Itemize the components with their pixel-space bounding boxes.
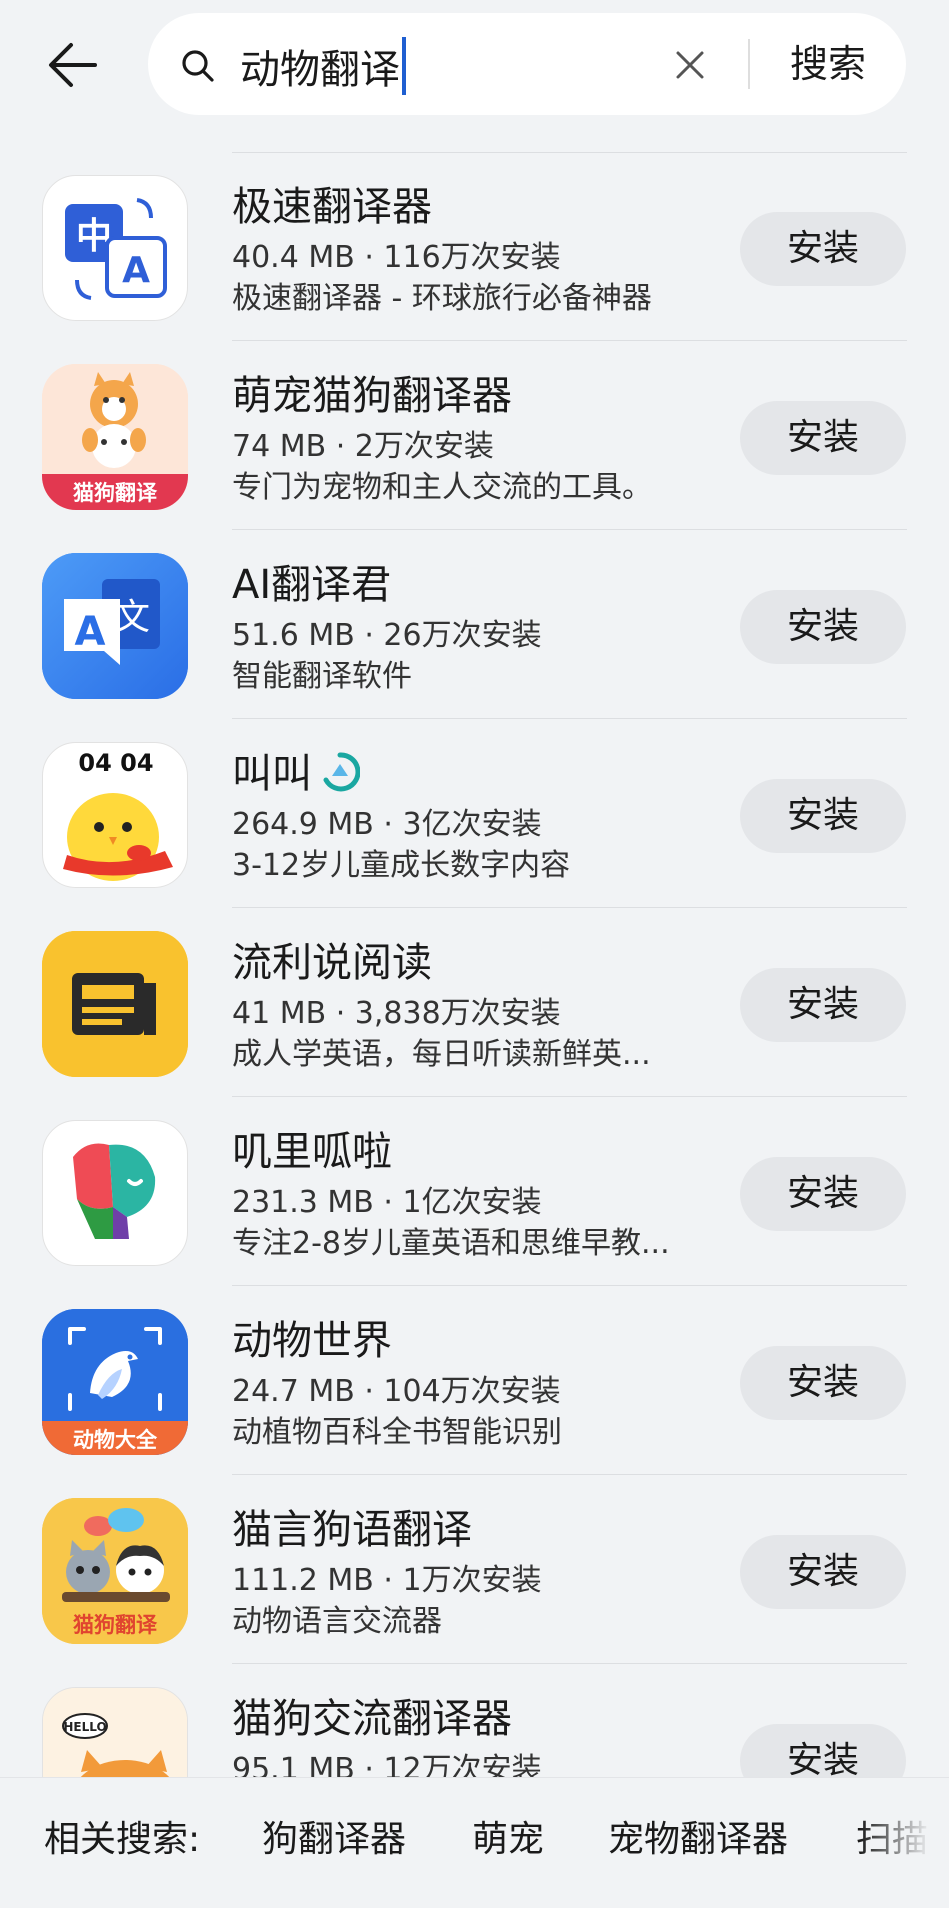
related-search-item[interactable]: 宠物翻译器: [608, 1816, 788, 1864]
app-name: AI翻译君: [232, 562, 392, 608]
icon-label: 猫狗翻译: [73, 481, 158, 505]
scroll-fade: [859, 1778, 949, 1908]
search-input[interactable]: 动物翻译: [240, 37, 406, 95]
translate-zh-a-icon[interactable]: 中 A: [42, 175, 188, 321]
related-search-item[interactable]: 萌宠: [472, 1816, 544, 1864]
app-meta: 231.3 MB · 1亿次安装: [232, 1185, 542, 1220]
back-button[interactable]: [36, 28, 110, 102]
app-list-item[interactable]: 动物大全 动物世界 24.7 MB · 104万次安装 动植物百科全书智能识别 …: [0, 1286, 949, 1475]
install-button[interactable]: 安装: [740, 968, 906, 1042]
hello-cat-icon[interactable]: HELLO: [42, 1687, 188, 1777]
icon-label: 04 04: [78, 749, 153, 777]
app-description: 智能翻译软件: [232, 659, 412, 694]
app-meta: 41 MB · 3,838万次安装: [232, 996, 561, 1031]
app-result-list[interactable]: 中 A 极速翻译器 40.4 MB · 116万次安装 极速翻译器 - 环球旅行…: [0, 152, 949, 1777]
app-name: 萌宠猫狗翻译器: [232, 373, 512, 419]
app-meta: 24.7 MB · 104万次安装: [232, 1374, 561, 1409]
app-list-item[interactable]: 流利说阅读 41 MB · 3,838万次安装 成人学英语，每日听读新鲜英...…: [0, 908, 949, 1097]
icon-label: HELLO: [63, 1720, 106, 1734]
app-description: 成人学英语，每日听读新鲜英...: [232, 1037, 651, 1072]
app-name-text: 叫叫: [232, 751, 312, 797]
app-name: 极速翻译器: [232, 184, 432, 230]
related-searches-label: 相关搜索:: [44, 1819, 201, 1860]
search-header: 动物翻译 搜索: [0, 0, 949, 140]
app-meta: 264.9 MB · 3亿次安装: [232, 807, 542, 842]
app-description: 专门为宠物和主人交流的工具。: [232, 470, 652, 505]
search-button[interactable]: 搜索: [772, 37, 884, 91]
text-caret: [402, 37, 406, 95]
app-description: 极速翻译器 - 环球旅行必备神器: [232, 281, 652, 316]
clear-button[interactable]: [668, 43, 712, 87]
app-name: 猫狗交流翻译器: [232, 1696, 512, 1742]
parrot-icon[interactable]: [42, 1120, 188, 1266]
icon-label: 猫狗翻译: [73, 1613, 158, 1637]
ai-translate-icon[interactable]: 文 A: [42, 553, 188, 699]
app-list-item[interactable]: 猫狗翻译 猫言狗语翻译 111.2 MB · 1万次安装 动物语言交流器 安装: [0, 1475, 949, 1664]
app-list-item[interactable]: 猫狗翻译 萌宠猫狗翻译器 74 MB · 2万次安装 专门为宠物和主人交流的工具…: [0, 341, 949, 530]
install-button[interactable]: 安装: [740, 1346, 906, 1420]
app-list-item[interactable]: 文 A AI翻译君 51.6 MB · 26万次安装 智能翻译软件 安装: [0, 530, 949, 719]
search-box[interactable]: 动物翻译 搜索: [148, 13, 906, 115]
install-button[interactable]: 安装: [740, 1535, 906, 1609]
app-name: 叫叫: [232, 749, 360, 799]
related-searches-bar: 相关搜索: 狗翻译器 萌宠 宠物翻译器 扫描: [0, 1777, 949, 1908]
app-list-item[interactable]: 叽里呱啦 231.3 MB · 1亿次安装 专注2-8岁儿童英语和思维早教...…: [0, 1097, 949, 1286]
search-query: 动物翻译: [240, 47, 400, 93]
install-button[interactable]: 安装: [740, 1157, 906, 1231]
install-button[interactable]: 安装: [740, 779, 906, 853]
app-meta: 40.4 MB · 116万次安装: [232, 240, 561, 275]
app-name: 猫言狗语翻译: [232, 1507, 472, 1553]
app-list-item[interactable]: HELLO 猫狗交流翻译器 95.1 MB · 12万次安装 安装: [0, 1664, 949, 1777]
app-name: 动物世界: [232, 1318, 392, 1364]
app-meta: 111.2 MB · 1万次安装: [232, 1563, 542, 1598]
bird-scan-icon[interactable]: 动物大全: [42, 1309, 188, 1455]
install-button[interactable]: 安装: [740, 401, 906, 475]
verified-badge-icon: [323, 752, 360, 792]
app-name: 流利说阅读: [232, 940, 432, 986]
search-icon: [182, 50, 214, 82]
app-description: 动物语言交流器: [232, 1604, 442, 1639]
app-description: 专注2-8岁儿童英语和思维早教...: [232, 1226, 670, 1261]
close-icon: [676, 51, 704, 79]
svg-text:A: A: [122, 250, 150, 291]
app-list-item[interactable]: 中 A 极速翻译器 40.4 MB · 116万次安装 极速翻译器 - 环球旅行…: [0, 152, 949, 341]
app-meta: 95.1 MB · 12万次安装: [232, 1752, 542, 1777]
cat-dog-translator-icon[interactable]: 猫狗翻译: [42, 364, 188, 510]
related-search-item[interactable]: 狗翻译器: [262, 1816, 406, 1864]
cat-dog-chat-icon[interactable]: 猫狗翻译: [42, 1498, 188, 1644]
app-meta: 74 MB · 2万次安装: [232, 429, 494, 464]
newspaper-icon[interactable]: [42, 931, 188, 1077]
install-button[interactable]: 安装: [740, 590, 906, 664]
install-button[interactable]: 安装: [740, 212, 906, 286]
icon-label: 动物大全: [73, 1428, 158, 1452]
app-description: 动植物百科全书智能识别: [232, 1415, 562, 1450]
install-button[interactable]: 安装: [740, 1724, 906, 1777]
chick-icon[interactable]: 04 04: [42, 742, 188, 888]
svg-text:A: A: [75, 609, 106, 655]
arrow-left-icon: [49, 43, 97, 87]
app-list-item[interactable]: 04 04 叫叫 264.9 MB · 3亿次安装 3-12岁儿童成长数字内容 …: [0, 719, 949, 908]
app-meta: 51.6 MB · 26万次安装: [232, 618, 542, 653]
app-name: 叽里呱啦: [232, 1129, 392, 1175]
app-description: 3-12岁儿童成长数字内容: [232, 848, 571, 883]
search-divider: [748, 39, 750, 89]
